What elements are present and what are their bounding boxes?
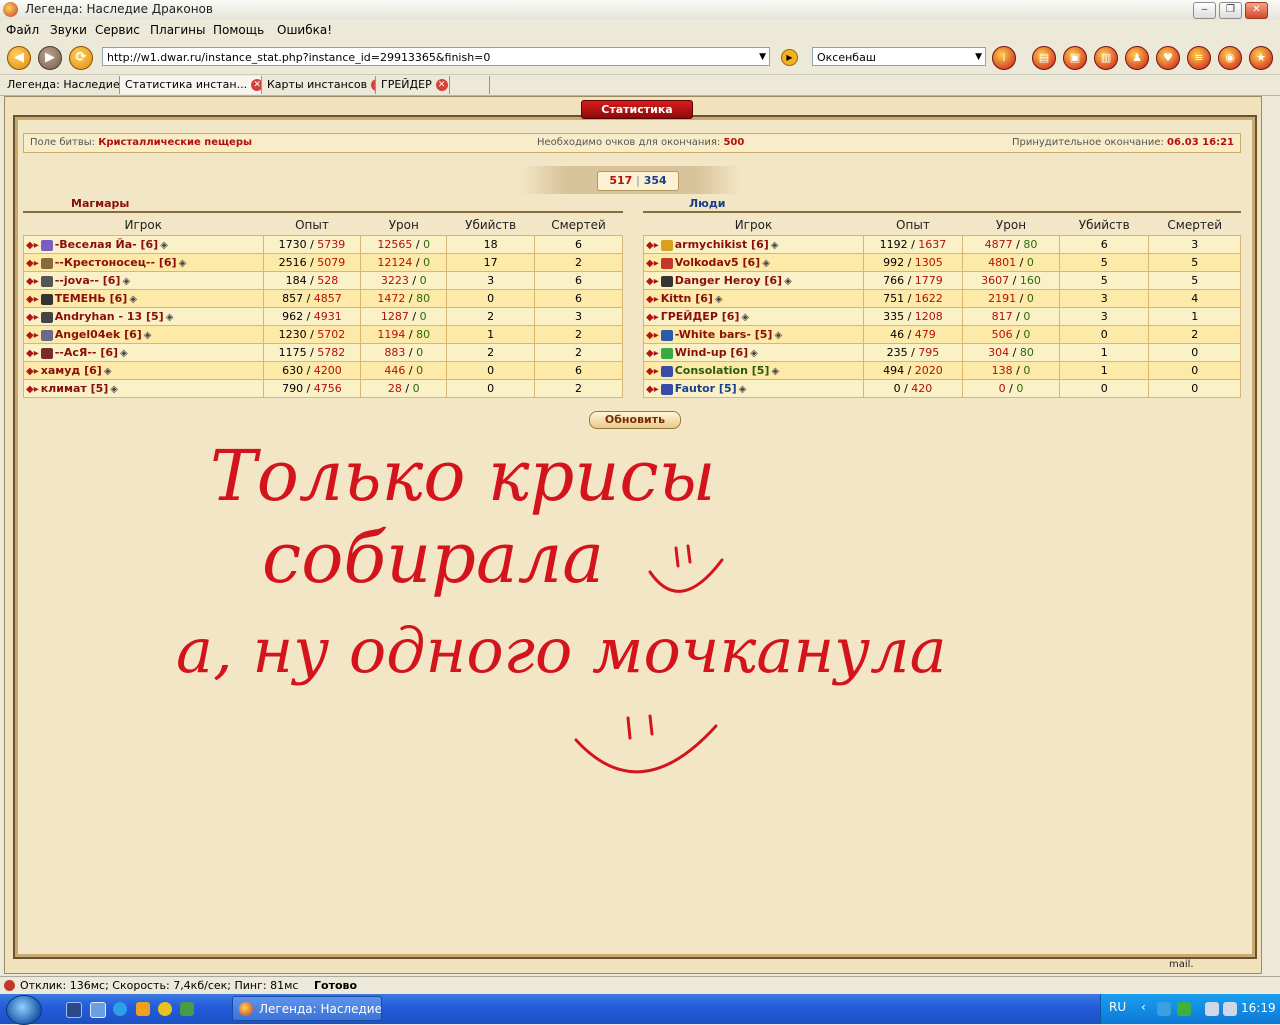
smiley-1-mouth	[648, 558, 724, 593]
tray-icon-2[interactable]	[1177, 1002, 1191, 1016]
ie-icon[interactable]	[113, 1002, 127, 1016]
clock-app-icon[interactable]	[158, 1002, 172, 1016]
status-metrics: Отклик: 136мс; Скорость: 7,4кб/сек; Пинг…	[20, 979, 299, 992]
language-indicator[interactable]: RU	[1109, 1000, 1126, 1014]
clock: 16:19	[1241, 1001, 1276, 1015]
taskbar-app-label: Легенда: Наследие ...	[259, 1002, 382, 1016]
switch-windows-icon[interactable]	[90, 1002, 106, 1018]
recycle-icon[interactable]	[180, 1002, 194, 1016]
smiley-1-eye-right	[686, 544, 692, 564]
network-icon[interactable]	[1205, 1002, 1219, 1016]
handwriting-line-2: собирала	[262, 517, 604, 599]
taskbar: Легенда: Наследие ... RU ‹ 16:19	[0, 994, 1280, 1025]
tray-icon-1[interactable]	[1157, 1002, 1171, 1016]
start-button[interactable]	[6, 995, 42, 1025]
status-bar: Отклик: 136мс; Скорость: 7,4кб/сек; Пинг…	[0, 976, 1280, 995]
smiley-1-eye-left	[674, 546, 680, 568]
smiley-2-eye-left	[626, 716, 632, 740]
handwriting-line-3: а, ну одного мочканула	[176, 614, 947, 687]
app-icon	[239, 1002, 253, 1016]
handwriting-line-1: Только крисы	[210, 435, 716, 517]
smiley-2-eye-right	[648, 714, 654, 736]
show-desktop-icon[interactable]	[66, 1002, 82, 1018]
status-state: Готово	[314, 979, 358, 992]
smiley-2	[574, 714, 718, 774]
handwriting-overlay: Только крисы собирала а, ну одного мочка…	[176, 435, 947, 774]
status-icon	[4, 980, 15, 991]
tray-expand-icon[interactable]: ‹	[1141, 1000, 1146, 1014]
smiley-2-mouth	[574, 724, 718, 774]
taskbar-app-button[interactable]: Легенда: Наследие ...	[232, 996, 382, 1021]
smiley-1	[648, 544, 724, 593]
system-tray: RU ‹ 16:19	[1100, 994, 1280, 1024]
volume-icon[interactable]	[1223, 1002, 1237, 1016]
media-player-icon[interactable]	[136, 1002, 150, 1016]
